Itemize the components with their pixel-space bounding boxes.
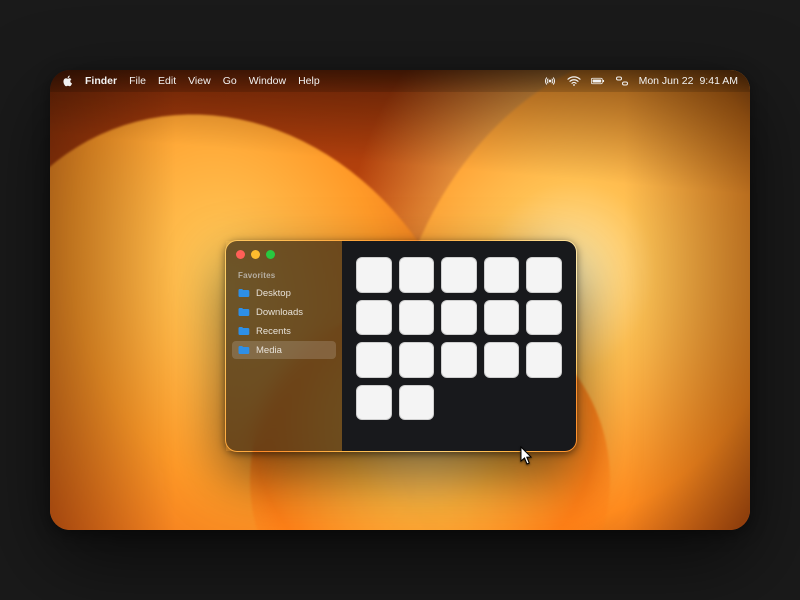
thumbnail-grid	[356, 257, 562, 378]
menu-item-go[interactable]: Go	[223, 75, 237, 87]
finder-window[interactable]: Favorites Desktop Downloads Recents	[225, 240, 577, 452]
folder-icon	[238, 345, 250, 355]
menubar-time[interactable]: 9:41 AM	[699, 75, 738, 87]
file-thumbnail[interactable]	[441, 257, 477, 293]
menu-item-view[interactable]: View	[188, 75, 211, 87]
airdrop-icon[interactable]	[543, 75, 557, 87]
desktop-screen: Finder File Edit View Go Window Help Mon…	[50, 70, 750, 530]
file-thumbnail[interactable]	[399, 342, 435, 378]
sidebar-section-header: Favorites	[238, 271, 342, 280]
sidebar-item-recents[interactable]: Recents	[232, 322, 336, 340]
sidebar-item-label: Recents	[256, 326, 291, 337]
apple-menu-icon[interactable]	[62, 75, 73, 87]
file-thumbnail[interactable]	[484, 342, 520, 378]
menu-item-file[interactable]: File	[129, 75, 146, 87]
file-thumbnail[interactable]	[356, 342, 392, 378]
control-center-icon[interactable]	[615, 75, 629, 87]
file-thumbnail[interactable]	[441, 342, 477, 378]
file-thumbnail[interactable]	[356, 385, 392, 421]
sidebar-item-media[interactable]: Media	[232, 341, 336, 359]
menu-item-help[interactable]: Help	[298, 75, 320, 87]
file-thumbnail[interactable]	[399, 385, 435, 421]
menu-item-window[interactable]: Window	[249, 75, 286, 87]
file-thumbnail[interactable]	[356, 257, 392, 293]
menu-app-name[interactable]: Finder	[85, 75, 117, 87]
menu-item-edit[interactable]: Edit	[158, 75, 176, 87]
sidebar-item-label: Media	[256, 345, 282, 356]
folder-icon	[238, 326, 250, 336]
battery-icon[interactable]	[591, 75, 605, 87]
file-thumbnail[interactable]	[399, 300, 435, 336]
file-thumbnail[interactable]	[441, 300, 477, 336]
file-thumbnail[interactable]	[526, 300, 562, 336]
file-thumbnail[interactable]	[526, 257, 562, 293]
sidebar-item-label: Downloads	[256, 307, 303, 318]
sidebar-item-desktop[interactable]: Desktop	[232, 284, 336, 302]
window-traffic-lights	[236, 250, 275, 259]
window-minimize-button[interactable]	[251, 250, 260, 259]
file-thumbnail[interactable]	[356, 300, 392, 336]
menubar-date[interactable]: Mon Jun 22	[639, 75, 694, 87]
sidebar-item-downloads[interactable]: Downloads	[232, 303, 336, 321]
file-thumbnail[interactable]	[484, 257, 520, 293]
window-close-button[interactable]	[236, 250, 245, 259]
thumbnail-grid-row	[356, 385, 562, 421]
mouse-cursor-icon	[520, 446, 534, 471]
menu-bar: Finder File Edit View Go Window Help Mon…	[50, 70, 750, 92]
wifi-icon[interactable]	[567, 75, 581, 87]
sidebar-item-label: Desktop	[256, 288, 291, 299]
folder-icon	[238, 307, 250, 317]
file-thumbnail[interactable]	[526, 342, 562, 378]
finder-content[interactable]	[342, 241, 576, 451]
window-zoom-button[interactable]	[266, 250, 275, 259]
file-thumbnail[interactable]	[484, 300, 520, 336]
file-thumbnail[interactable]	[399, 257, 435, 293]
finder-sidebar: Favorites Desktop Downloads Recents	[226, 241, 342, 451]
folder-icon	[238, 288, 250, 298]
